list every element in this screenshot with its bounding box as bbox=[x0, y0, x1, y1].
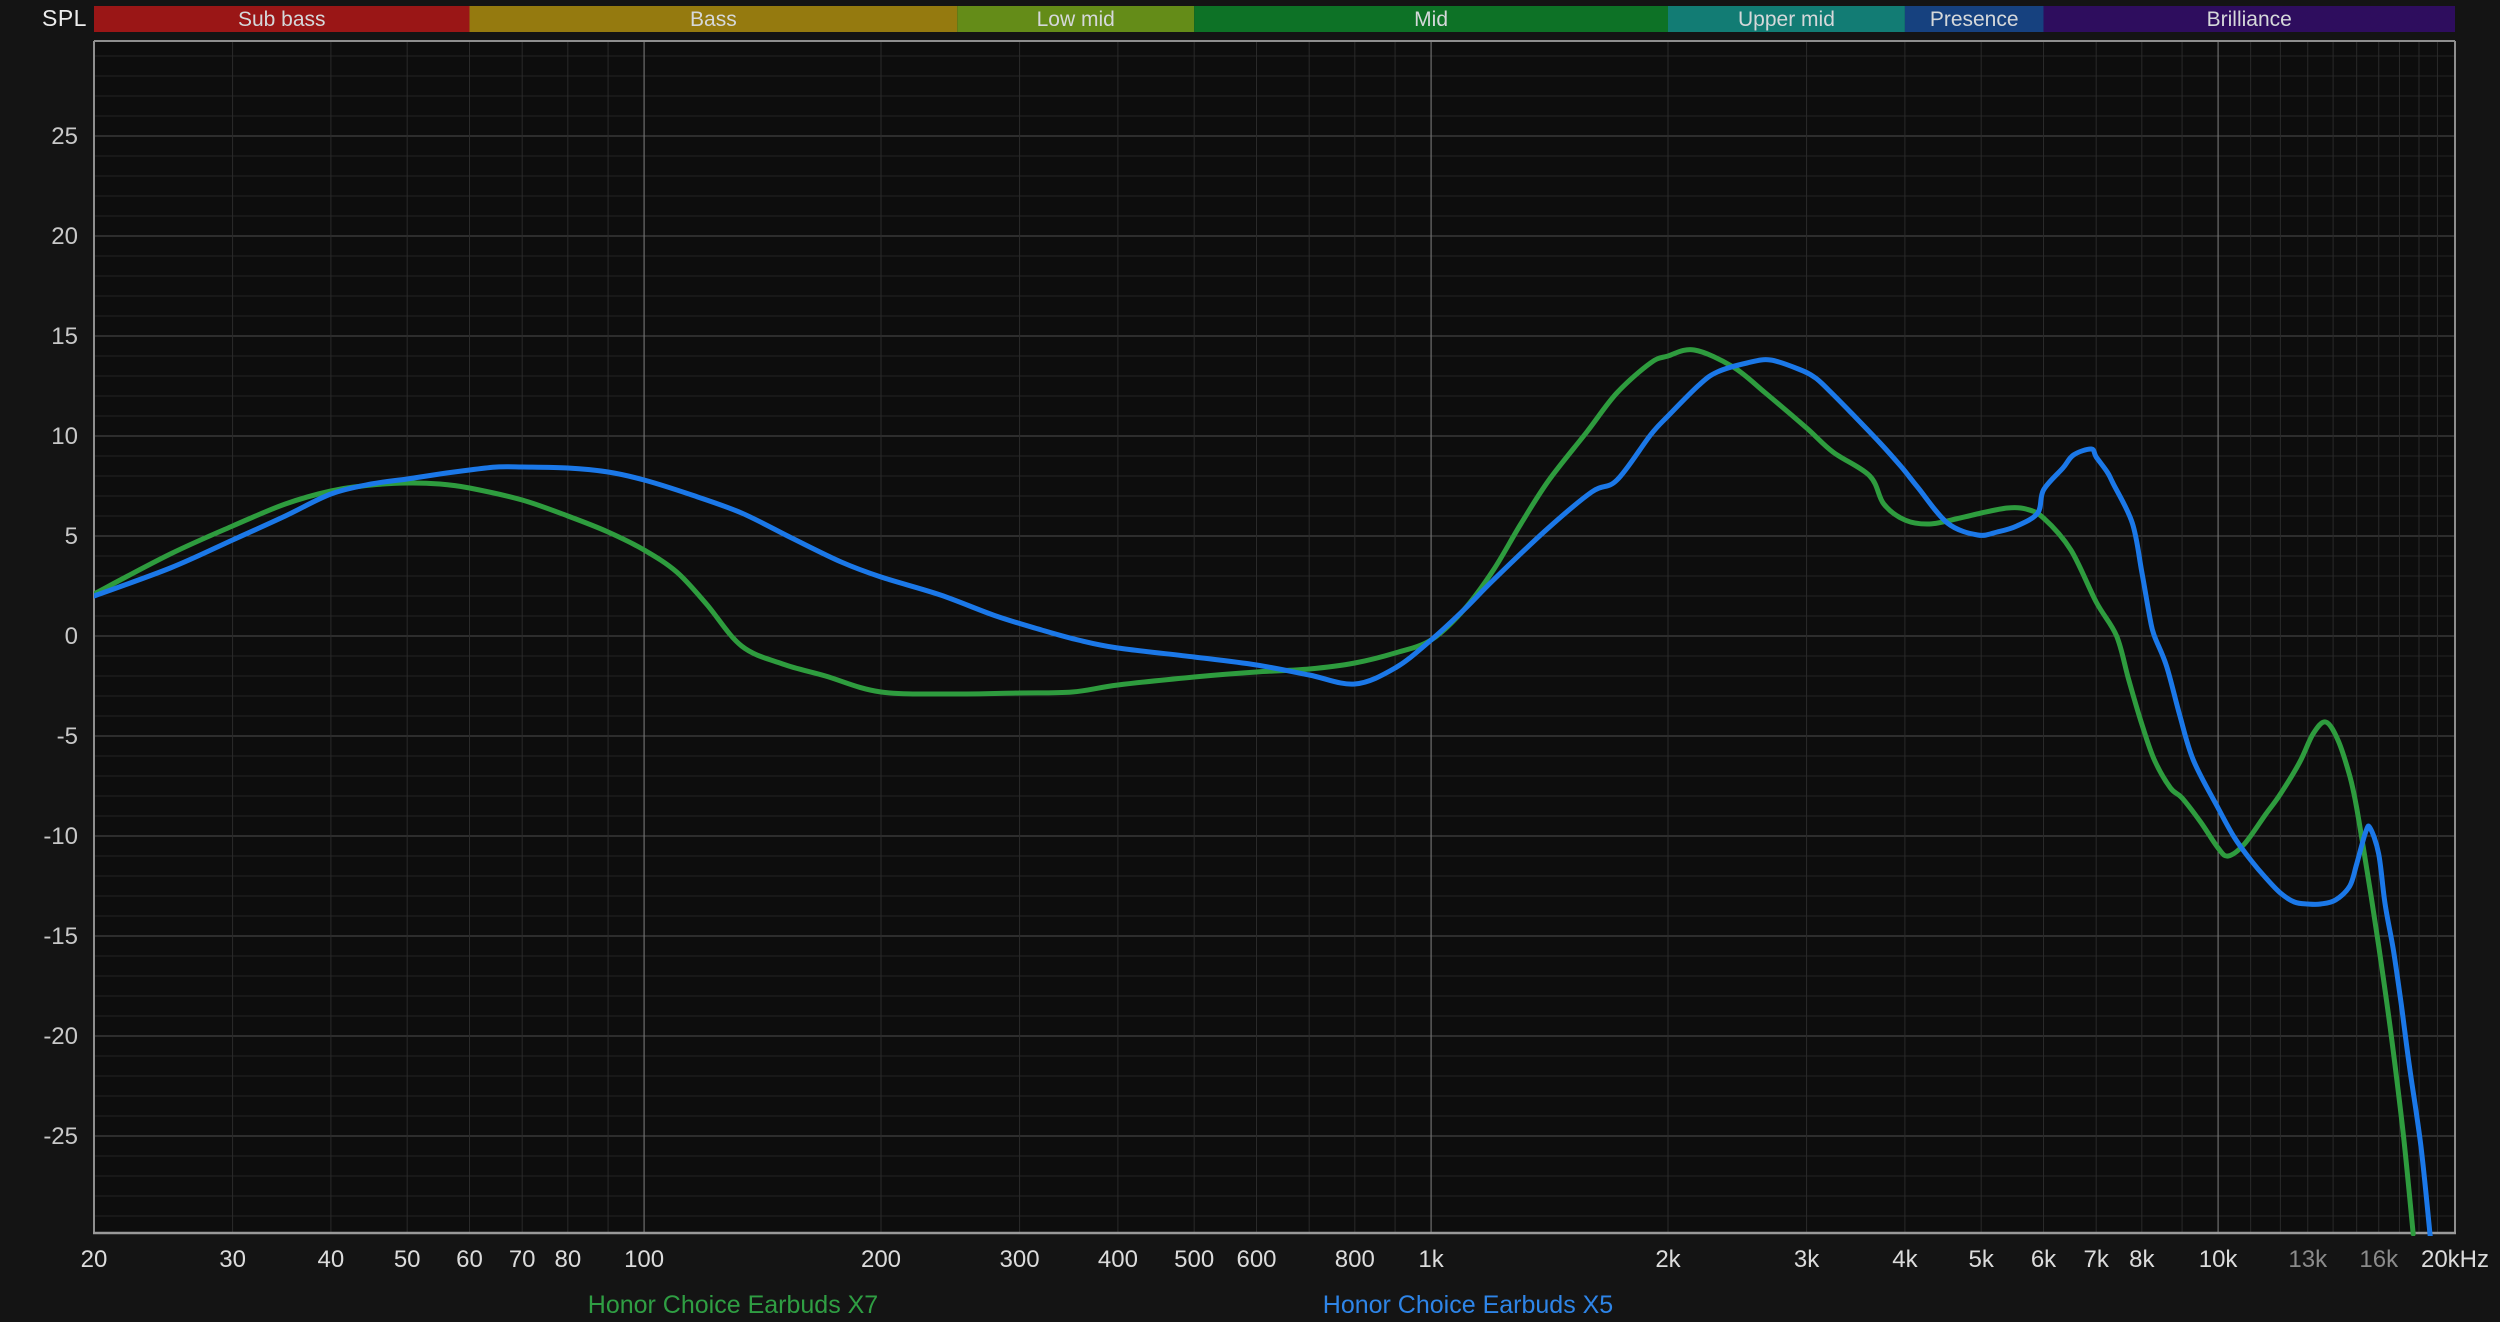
x-tick-label: 3k bbox=[1794, 1246, 1820, 1273]
x-tick-label: 8k bbox=[2129, 1246, 2155, 1273]
x-tick-label: 200 bbox=[861, 1246, 901, 1273]
frequency-band-strip: Sub bass Bass Low mid Mid Upper mid Presence B… bbox=[94, 6, 2455, 32]
x-tick-label: 400 bbox=[1098, 1246, 1138, 1273]
band-label: Presence bbox=[1930, 8, 2019, 31]
x-tick-label: 2k bbox=[1655, 1246, 1681, 1273]
x-tick-label: 60 bbox=[456, 1246, 483, 1273]
y-tick-label: -20 bbox=[43, 1023, 78, 1050]
x-tick-label: 40 bbox=[318, 1246, 345, 1273]
band-label: Upper mid bbox=[1738, 8, 1835, 31]
x-tick-label: 10k bbox=[2199, 1246, 2239, 1273]
y-tick-label: 25 bbox=[51, 123, 78, 150]
x-tick-label: 20 bbox=[81, 1246, 108, 1273]
x-tick-label: 300 bbox=[1000, 1246, 1040, 1273]
y-tick-label: 15 bbox=[51, 323, 78, 350]
x-tick-label: 1k bbox=[1418, 1246, 1444, 1273]
band-label: Brilliance bbox=[2207, 8, 2292, 31]
frequency-response-chart: Sub bass Bass Low mid Mid Upper mid Presence B… bbox=[0, 0, 2500, 1322]
x-tick-label: 13k bbox=[2288, 1246, 2328, 1273]
x-tick-label: 6k bbox=[2031, 1246, 2057, 1273]
x-tick-label: 600 bbox=[1236, 1246, 1276, 1273]
y-axis-title: SPL bbox=[42, 5, 87, 31]
x-tick-label: 4k bbox=[1892, 1246, 1918, 1273]
y-tick-label: 20 bbox=[51, 223, 78, 250]
x-tick-label: 100 bbox=[624, 1246, 664, 1273]
x-tick-label: 50 bbox=[394, 1246, 421, 1273]
x-tick-label: 30 bbox=[219, 1246, 246, 1273]
x-tick-label: 500 bbox=[1174, 1246, 1214, 1273]
y-tick-label: -5 bbox=[57, 723, 78, 750]
x-tick-label: 80 bbox=[554, 1246, 581, 1273]
x-tick-label: 5k bbox=[1968, 1246, 1994, 1273]
y-tick-label: 5 bbox=[65, 523, 78, 550]
y-axis-labels: 25 20 15 10 5 0 -5 -10 -15 -20 -25 bbox=[43, 123, 78, 1150]
x-tick-label: 7k bbox=[2084, 1246, 2110, 1273]
x-tick-label: 70 bbox=[509, 1246, 536, 1273]
x-tick-label: 800 bbox=[1335, 1246, 1375, 1273]
legend-item-x7: Honor Choice Earbuds X7 bbox=[587, 1291, 879, 1319]
chart-canvas: Sub bass Bass Low mid Mid Upper mid Presence B… bbox=[43, 6, 2489, 1273]
band-label: Mid bbox=[1414, 8, 1448, 31]
plot-background bbox=[94, 41, 2455, 1233]
legend-item-x5: Honor Choice Earbuds X5 bbox=[1322, 1291, 1614, 1319]
x-axis-labels: 20 30 40 50 60 70 80 100 200 300 400 500 600 800 1k 2k 3… bbox=[81, 1246, 2489, 1273]
x-tick-label: 20kHz bbox=[2421, 1246, 2489, 1273]
band-label: Low mid bbox=[1037, 8, 1115, 31]
y-tick-label: 0 bbox=[65, 623, 78, 650]
y-tick-label: -10 bbox=[43, 823, 78, 850]
y-tick-label: 10 bbox=[51, 423, 78, 450]
y-tick-label: -15 bbox=[43, 923, 78, 950]
x-tick-label: 16k bbox=[2359, 1246, 2399, 1273]
y-tick-label: -25 bbox=[43, 1123, 78, 1150]
band-label: Sub bass bbox=[238, 8, 326, 31]
band-label: Bass bbox=[690, 8, 737, 31]
